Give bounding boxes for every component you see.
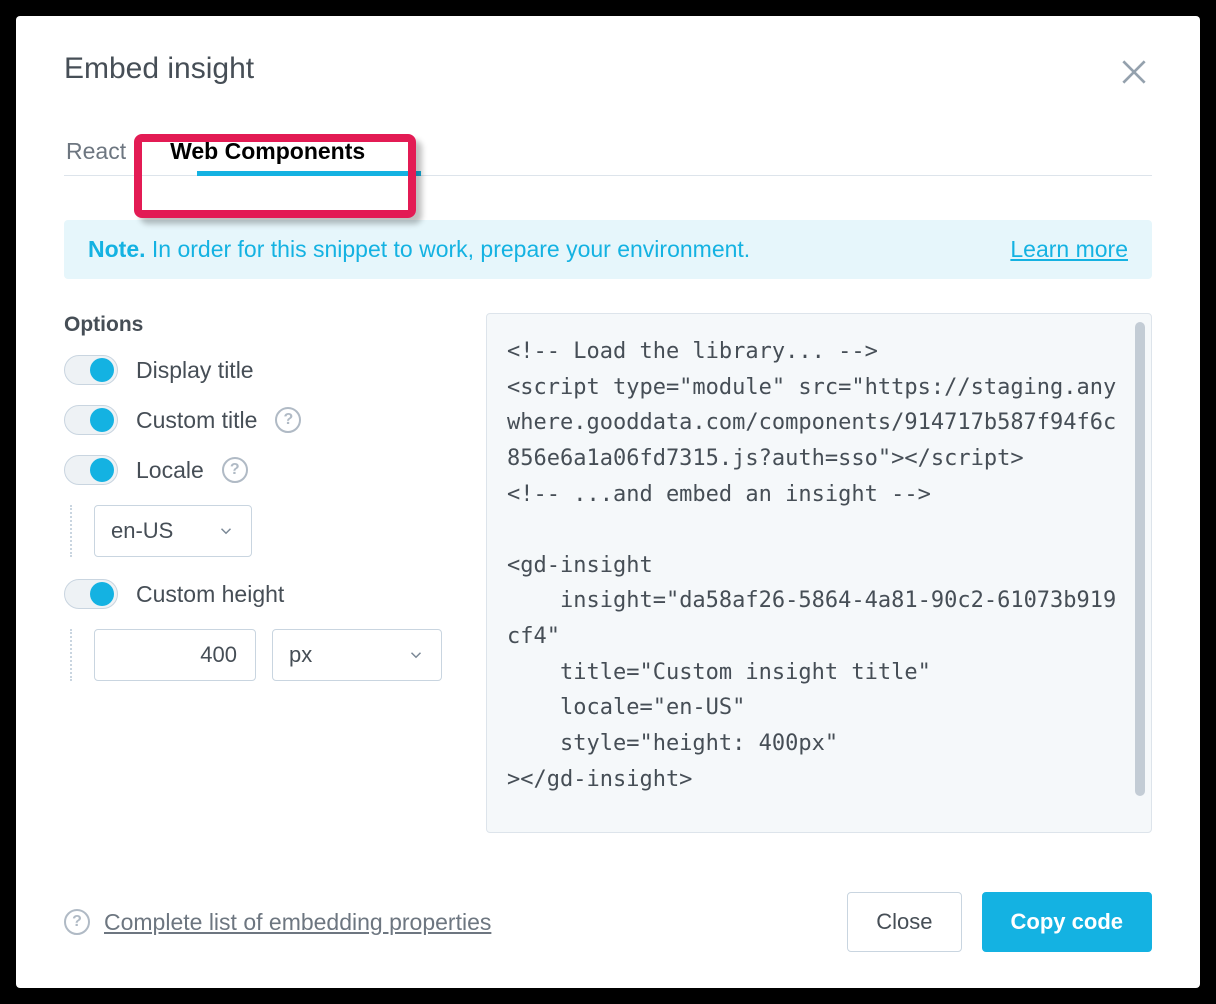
- toggle-custom-title[interactable]: [64, 405, 118, 435]
- toggle-display-title[interactable]: [64, 355, 118, 385]
- options-panel: Options Display title Custom title ? Loc…: [64, 313, 466, 833]
- option-label: Custom height: [136, 581, 284, 608]
- dialog-footer: ? Complete list of embedding properties …: [64, 892, 1152, 952]
- option-label: Custom title: [136, 407, 257, 434]
- tab-react[interactable]: React: [64, 130, 144, 175]
- option-label: Display title: [136, 357, 254, 384]
- toggle-locale[interactable]: [64, 455, 118, 485]
- embedding-properties-link[interactable]: Complete list of embedding properties: [104, 909, 491, 936]
- locale-value: en-US: [111, 518, 173, 544]
- tab-active-underline: [197, 171, 421, 176]
- embed-insight-dialog: Embed insight React Web Components Note.…: [16, 16, 1200, 988]
- code-snippet[interactable]: <!-- Load the library... --> <script typ…: [486, 313, 1152, 833]
- help-icon[interactable]: ?: [222, 457, 248, 483]
- close-icon[interactable]: [1118, 56, 1150, 88]
- locale-select[interactable]: en-US: [94, 505, 252, 557]
- option-custom-title: Custom title ?: [64, 405, 466, 435]
- learn-more-link[interactable]: Learn more: [1010, 236, 1128, 263]
- help-icon[interactable]: ?: [64, 909, 90, 935]
- help-icon[interactable]: ?: [275, 407, 301, 433]
- option-locale: Locale ?: [64, 455, 466, 485]
- height-unit-select[interactable]: px: [272, 629, 442, 681]
- close-button[interactable]: Close: [847, 892, 961, 952]
- option-display-title: Display title: [64, 355, 466, 385]
- tab-web-components[interactable]: Web Components: [168, 130, 383, 175]
- chevron-down-icon: [407, 646, 425, 664]
- option-custom-height: Custom height: [64, 579, 466, 609]
- scrollbar-thumb[interactable]: [1135, 322, 1145, 796]
- custom-height-input[interactable]: [94, 629, 256, 681]
- note-body: In order for this snippet to work, prepa…: [146, 236, 751, 262]
- note-label: Note.: [88, 236, 146, 262]
- note-text: Note. In order for this snippet to work,…: [88, 236, 750, 263]
- dialog-title: Embed insight: [64, 52, 1152, 86]
- tabs: React Web Components: [64, 130, 1152, 176]
- options-heading: Options: [64, 313, 466, 337]
- copy-code-button[interactable]: Copy code: [982, 892, 1152, 952]
- chevron-down-icon: [217, 522, 235, 540]
- note-banner: Note. In order for this snippet to work,…: [64, 220, 1152, 279]
- option-label: Locale: [136, 457, 204, 484]
- toggle-custom-height[interactable]: [64, 579, 118, 609]
- height-unit-value: px: [289, 642, 312, 668]
